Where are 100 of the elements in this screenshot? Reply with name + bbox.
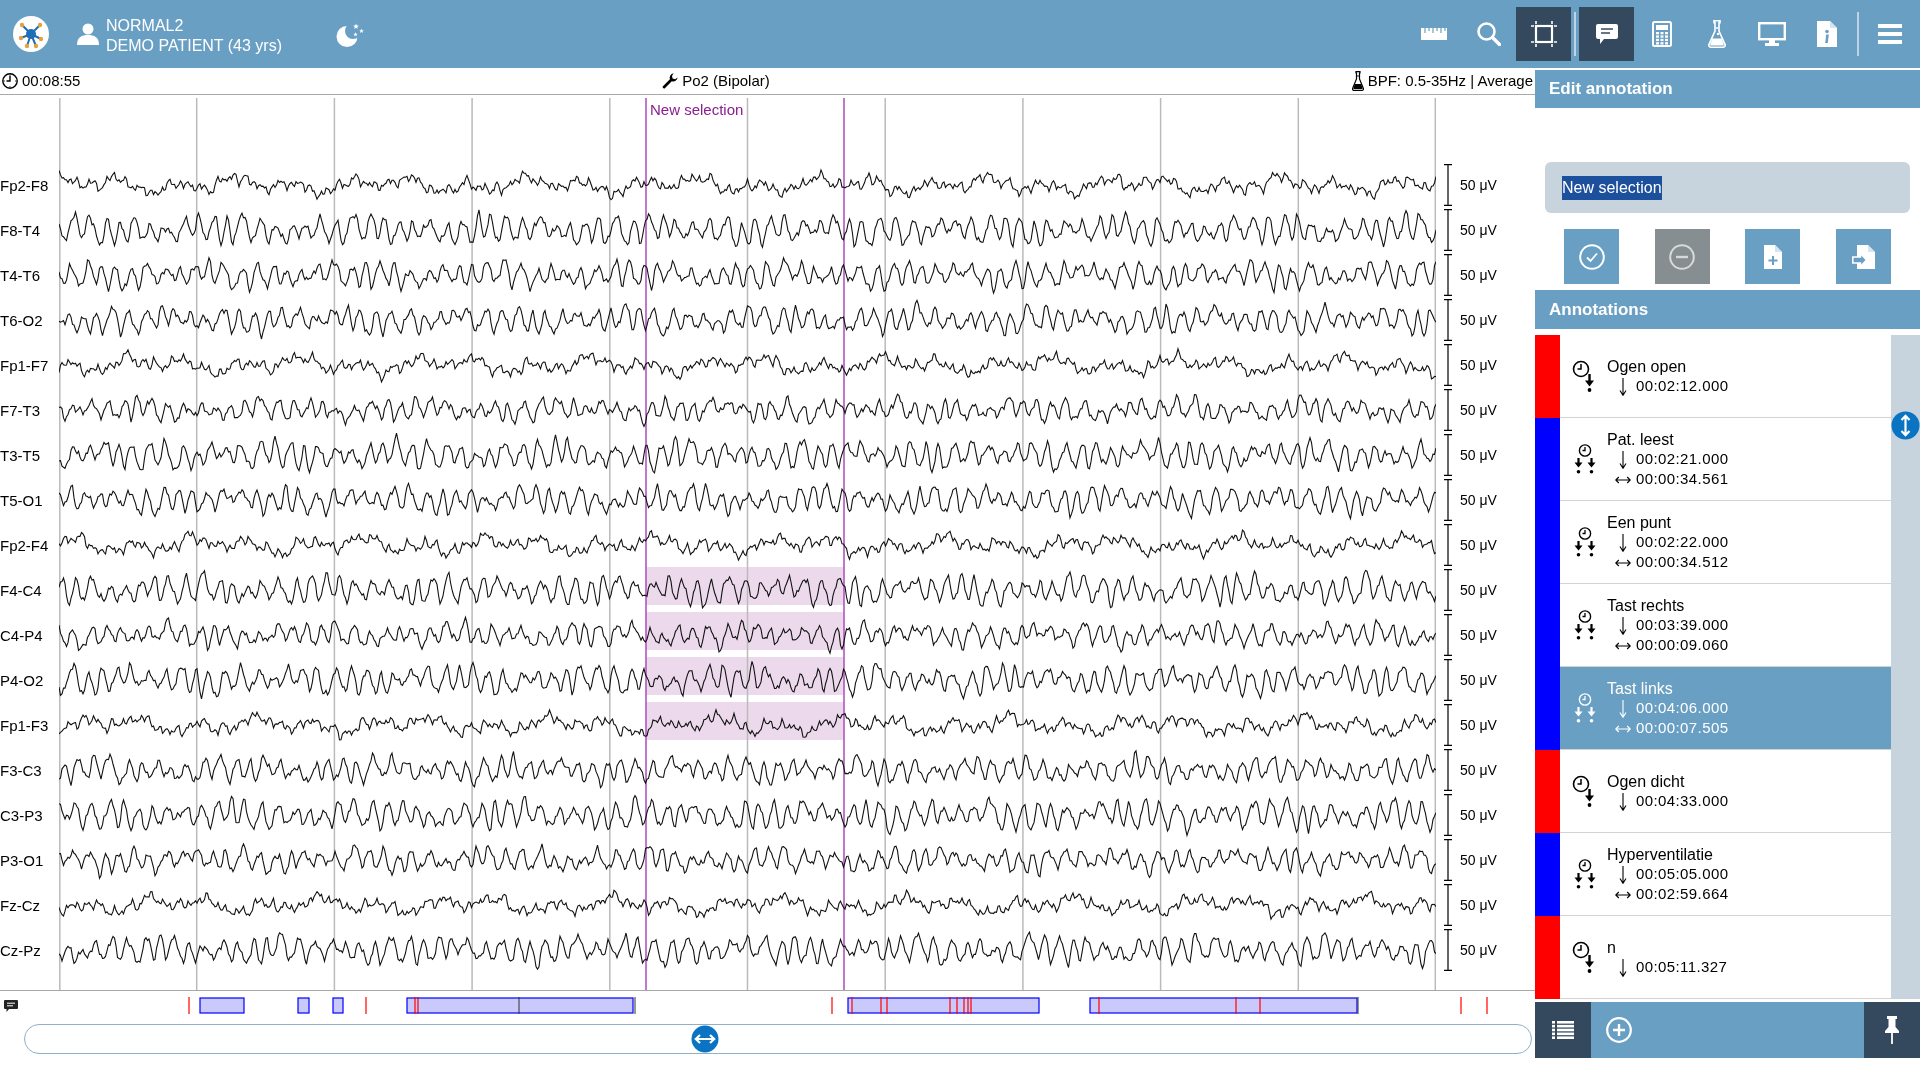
duration-time: 00:02:59.664 (1636, 884, 1729, 905)
channel-label: P4-O2 (0, 670, 45, 691)
name-field[interactable]: New selection (1545, 162, 1910, 213)
elapsed-time: 00:08:55 (22, 71, 81, 91)
search-icon (1476, 22, 1501, 46)
comment-button[interactable] (1579, 7, 1634, 61)
channel-label: Cz-Pz (0, 940, 42, 961)
onset-time: 00:05:11.327 (1636, 957, 1728, 978)
scale-bar-icon (1444, 389, 1452, 431)
down-arrow-icon (1619, 865, 1627, 884)
scale-label: 50 μV (1460, 760, 1497, 780)
scale-bar-icon (1444, 254, 1452, 296)
list-icon (1552, 1021, 1574, 1039)
duration-time: 00:00:09.060 (1636, 635, 1729, 656)
import-button[interactable] (1835, 229, 1891, 284)
channel-label: T6-O2 (0, 310, 44, 331)
scale-bar-icon (1444, 299, 1452, 341)
scale-bar-icon (1444, 929, 1452, 971)
calculator-icon (1651, 21, 1672, 47)
channel-label: P3-O1 (0, 850, 45, 871)
montage-label: Po2 (Bipolar) (682, 71, 770, 91)
duration-time: 00:00:34.512 (1636, 552, 1729, 573)
scale-bar-icon (1444, 524, 1452, 566)
filter-label: BPF: 0.5-35Hz | Average (1367, 71, 1533, 91)
channel-label: F8-T4 (0, 220, 41, 241)
annotation-label: Hyperventilatie (1607, 844, 1714, 865)
channel-label: T5-O1 (0, 490, 44, 511)
scrollbar[interactable] (1891, 335, 1920, 999)
scale-bar-icon (1444, 614, 1452, 656)
panel-title: Annotations (1535, 290, 1920, 329)
scale-bar-icon (1444, 659, 1452, 701)
annotation-label: Een punt (1607, 512, 1673, 533)
scale-label: 50 μV (1460, 175, 1497, 195)
onset-time: 00:02:22.000 (1636, 532, 1729, 553)
scale-bar-icon (1444, 749, 1452, 791)
onset-time: 00:03:39.000 (1636, 615, 1729, 636)
down-arrow-icon (1619, 699, 1627, 718)
scale-label: 50 μV (1460, 580, 1497, 600)
down-arrow-icon (1619, 533, 1627, 552)
crop-button[interactable] (1516, 7, 1571, 61)
minus-circle-icon (1669, 243, 1696, 270)
scale-bar-icon (1444, 164, 1452, 206)
scale-label: 50 μV (1460, 265, 1497, 285)
scale-label: 50 μV (1460, 850, 1497, 870)
scale-bar-icon (1444, 209, 1452, 251)
double-arrow-icon (1615, 475, 1631, 484)
scale-bar-icon (1444, 794, 1452, 836)
plus-circle-icon (1606, 1017, 1632, 1043)
channel-label: F4-C4 (0, 580, 43, 601)
annotation-label: n (1607, 937, 1617, 958)
selection-label: New selection (650, 101, 744, 118)
wrench-icon (662, 73, 679, 89)
scale-label: 50 μV (1460, 625, 1497, 645)
onset-time: 00:04:33.000 (1636, 791, 1729, 812)
duration-time: 00:00:34.561 (1636, 469, 1729, 490)
confirm-button[interactable] (1564, 229, 1619, 284)
annotation-label: Ogen open (1607, 356, 1688, 377)
down-arrow-icon (1619, 616, 1627, 635)
channel-label: C3-P3 (0, 805, 44, 826)
clock-arrows-icon (1574, 859, 1596, 889)
channel-label: Fp1-F7 (0, 355, 50, 376)
scroll-handle-icon[interactable] (691, 1025, 719, 1053)
clock-icon (2, 73, 18, 89)
scale-label: 50 μV (1460, 445, 1497, 465)
scale-label: 50 μV (1460, 715, 1497, 735)
double-arrow-icon (1615, 724, 1631, 733)
scale-bar-icon (1444, 344, 1452, 386)
scale-label: 50 μV (1460, 535, 1497, 555)
scale-label: 50 μV (1460, 940, 1497, 960)
scale-label: 50 μV (1460, 670, 1497, 690)
duration-time: 00:00:07.505 (1636, 718, 1729, 739)
channel-label: Fp1-F3 (0, 715, 50, 736)
clock-arrows-icon (1574, 693, 1596, 723)
clock-arrows-icon (1574, 610, 1596, 640)
down-arrow-icon (1619, 958, 1627, 977)
check-circle-icon (1578, 243, 1605, 270)
annotation-label: Pat. leest (1607, 429, 1675, 450)
scale-label: 50 μV (1460, 355, 1497, 375)
clock-arrows-icon (1574, 527, 1596, 557)
scale-label: 50 μV (1460, 220, 1497, 240)
logo-icon (13, 16, 49, 52)
monitor-icon (1757, 22, 1786, 46)
new-file-button[interactable] (1745, 229, 1801, 284)
down-arrow-icon (1619, 792, 1627, 811)
info-document-icon (1816, 21, 1837, 47)
annotation-label: Tast links (1607, 678, 1674, 699)
scale-label: 50 μV (1460, 805, 1497, 825)
onset-time: 00:04:06.000 (1636, 698, 1729, 719)
scale-label: 50 μV (1460, 490, 1497, 510)
crop-icon (1530, 21, 1557, 47)
down-arrow-icon (1619, 377, 1627, 396)
list-button[interactable] (1535, 1002, 1591, 1058)
channel-label: T3-T5 (0, 445, 41, 466)
pin-button[interactable] (1864, 1002, 1920, 1058)
patient-details: DEMO PATIENT (43 yrs) (106, 36, 282, 56)
file-arrow-icon (1851, 244, 1875, 269)
scroll-handle-icon[interactable] (1891, 411, 1920, 440)
onset-time: 00:05:05.000 (1636, 864, 1729, 885)
person-icon (77, 23, 99, 45)
channel-label: C4-P4 (0, 625, 44, 646)
